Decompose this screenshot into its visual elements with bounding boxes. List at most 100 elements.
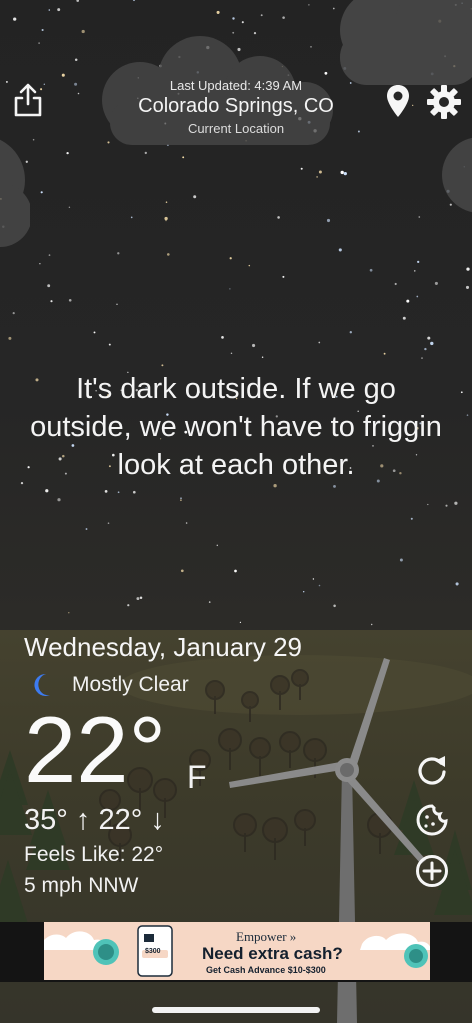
star [139,596,143,600]
star [241,21,244,24]
star [5,80,8,83]
star [427,503,429,506]
star [136,597,140,601]
star [132,0,136,2]
star [414,270,416,272]
star [48,254,51,256]
star [455,582,459,586]
star [38,42,40,44]
star [127,604,130,607]
ad-brand: Empower » [236,929,297,944]
star [239,621,242,624]
gear-icon[interactable] [426,84,462,120]
star [394,282,397,286]
star [399,558,403,562]
condition-row: Mostly Clear [28,670,189,700]
star [303,591,305,593]
star [318,584,321,587]
star [164,216,168,221]
snarky-quote[interactable]: It's dark outside. If we go outside, we … [30,370,442,484]
cloud-left [0,139,30,247]
ad-headline: Need extra cash? [202,944,343,963]
condition-text: Mostly Clear [72,673,189,696]
star [333,484,336,488]
star [61,73,65,77]
star [273,484,277,488]
star [410,517,413,520]
star [300,167,303,170]
star [454,501,458,505]
home-indicator[interactable] [152,1007,320,1013]
star [57,498,61,502]
star [117,252,120,255]
star [234,569,237,573]
star [48,9,51,11]
star [326,218,331,223]
star [466,414,469,416]
star [434,281,438,285]
star [370,623,373,626]
star [47,284,51,288]
star [40,191,43,194]
star [185,522,188,524]
star [248,264,251,267]
star [282,16,285,19]
star [104,490,108,493]
ad-banner[interactable]: $300 Empower » Need extra cash? Get Cash… [44,922,430,980]
star [261,356,264,359]
star [20,481,24,485]
star [282,275,285,278]
star [318,170,322,174]
star [343,171,347,176]
star [180,499,182,502]
star [161,364,164,367]
star [445,504,448,507]
star [260,14,263,17]
cookie-icon[interactable] [414,802,450,838]
forecast-date: Wednesday, January 29 [24,632,302,662]
star [107,522,110,524]
star [402,316,406,320]
star [230,352,233,355]
star [66,151,69,155]
star [57,8,61,12]
star [383,352,386,355]
last-updated-label: Last Updated: 4:39 AM [169,78,303,93]
star [424,347,427,351]
star [39,263,41,265]
star [68,612,70,614]
star [68,298,72,302]
plus-circle-icon[interactable] [414,853,450,889]
star [41,28,44,32]
feels-like: Feels Like: 22° [24,843,164,866]
current-temperature[interactable]: 22° [24,700,166,800]
star [416,295,419,298]
star [116,303,118,305]
high-low-temperature: 35° ↑ 22° ↓ [24,804,165,836]
star [340,170,344,175]
star [418,216,421,218]
star [338,248,342,252]
location-header[interactable]: Last Updated: 4:39 AM Colorado Springs, … [100,78,372,136]
refresh-icon[interactable] [414,752,450,788]
star [221,336,224,339]
temperature-unit[interactable]: F [187,759,207,796]
star [232,17,235,20]
wind-speed: 5 mph NNW [24,874,139,897]
star [308,4,310,6]
star [277,216,280,219]
ad-subline: Get Cash Advance $10-$300 [206,965,326,975]
star [130,216,133,219]
star [85,528,88,530]
map-pin-icon[interactable] [386,84,410,118]
star [13,17,17,21]
star [412,104,414,106]
star [349,331,352,334]
star [229,257,232,260]
crescent-moon-icon [34,673,50,696]
star [318,341,321,344]
star [93,331,96,334]
current-location-label: Current Location [187,121,285,136]
star [166,253,170,256]
share-icon[interactable] [12,82,44,118]
